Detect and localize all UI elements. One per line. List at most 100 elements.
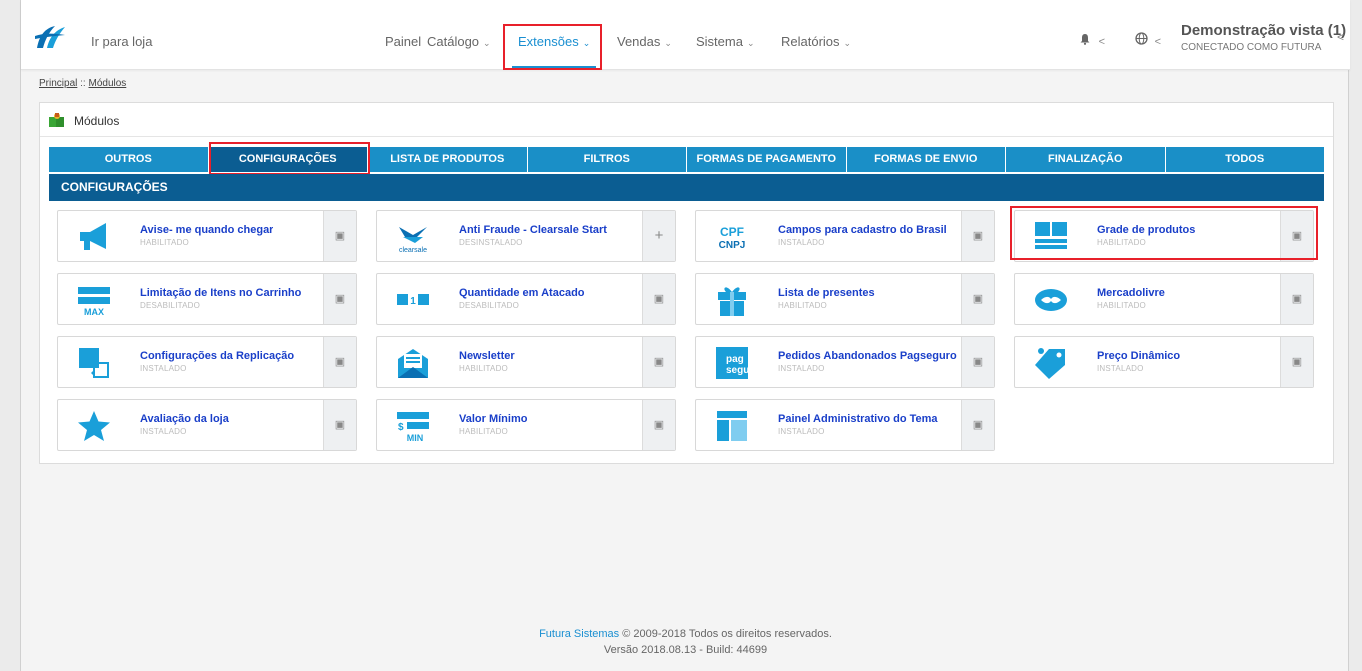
user-name[interactable]: Demonstração vista (1) <box>1181 22 1346 39</box>
tab-formas-de-envio[interactable]: FORMAS DE ENVIO <box>846 147 1005 172</box>
module-name[interactable]: Pedidos Abandonados Pagseguro <box>778 350 957 362</box>
trash-icon[interactable]: ▣ <box>961 211 994 261</box>
min-value-icon: $ MIN <box>397 412 429 443</box>
module-status: INSTALADO <box>1097 364 1144 373</box>
module-card[interactable]: Mercadolivre HABILITADO ▣ <box>1014 273 1314 325</box>
footer-version: Versão 2018.08.13 - Build: 44699 <box>603 644 768 656</box>
trash-icon[interactable]: ▣ <box>323 274 356 324</box>
tab-todos[interactable]: TODOS <box>1165 147 1324 172</box>
module-status: DESINSTALADO <box>459 238 523 247</box>
bell-icon <box>1080 34 1090 45</box>
trash-icon[interactable]: ▣ <box>1280 211 1313 261</box>
trash-icon[interactable]: ▣ <box>323 211 356 261</box>
module-name[interactable]: Avise- me quando chegar <box>140 224 273 236</box>
tab-finalizacao[interactable]: FINALIZAÇÃO <box>1006 147 1165 172</box>
modules-panel: Módulos OUTROS CONFIGURAÇÕES LISTA DE PR… <box>39 102 1334 464</box>
breadcrumb-home[interactable]: Principal <box>39 78 77 89</box>
svg-text:1: 1 <box>410 296 416 307</box>
module-name[interactable]: Grade de produtos <box>1097 224 1195 236</box>
module-name[interactable]: Mercadolivre <box>1097 287 1165 299</box>
tab-lista-de-produtos[interactable]: LISTA DE PRODUTOS <box>368 147 527 172</box>
trash-icon[interactable]: ▣ <box>642 337 675 387</box>
module-card[interactable]: Avaliação da loja INSTALADO ▣ <box>57 399 357 451</box>
module-card[interactable]: pag segu Pedidos Abandonados Pagseguro I… <box>695 336 995 388</box>
module-card[interactable]: $ MIN Valor Mínimo HABILITADO ▣ <box>376 399 676 451</box>
module-name[interactable]: Preço Dinâmico <box>1097 350 1180 362</box>
breadcrumb-current[interactable]: Módulos <box>88 78 126 89</box>
module-card[interactable]: Configurações da Replicação INSTALADO ▣ <box>57 336 357 388</box>
module-name[interactable]: Quantidade em Atacado <box>459 287 585 299</box>
module-card[interactable]: Painel Administrativo do Tema INSTALADO … <box>695 399 995 451</box>
module-card[interactable]: Lista de presentes HABILITADO ▣ <box>695 273 995 325</box>
nav-relatorios[interactable]: Relatórios ⌄ <box>781 34 851 49</box>
module-card[interactable]: Preço Dinâmico INSTALADO ▣ <box>1014 336 1314 388</box>
tab-configuracoes[interactable]: CONFIGURAÇÕES <box>208 147 367 172</box>
futura-logo-icon[interactable] <box>33 24 67 50</box>
module-name[interactable]: Valor Mínimo <box>459 413 527 425</box>
module-name[interactable]: Anti Fraude - Clearsale Start <box>459 224 607 236</box>
trash-icon[interactable]: ▣ <box>961 337 994 387</box>
module-status: INSTALADO <box>778 364 825 373</box>
module-status: INSTALADO <box>140 427 187 436</box>
cpf-cnpj-icon: CPF CNPJ <box>719 225 746 251</box>
language-button[interactable]: < <box>1135 32 1161 48</box>
trash-icon[interactable]: ▣ <box>1280 274 1313 324</box>
trash-icon[interactable]: ▣ <box>323 400 356 450</box>
module-card[interactable]: 1 Quantidade em Atacado DESABILITADO ▣ <box>376 273 676 325</box>
goto-store-link[interactable]: Ir para loja <box>91 34 152 49</box>
plus-icon[interactable]: + <box>642 211 675 261</box>
chevron-down-icon: ⌄ <box>843 38 852 48</box>
module-name[interactable]: Campos para cadastro do Brasil <box>778 224 947 236</box>
breadcrumb-separator: :: <box>80 78 86 89</box>
megaphone-icon <box>80 223 106 250</box>
nav-extensoes[interactable]: Extensões ⌄ <box>518 34 590 49</box>
clearsale-logo-icon: clearsale <box>399 227 427 254</box>
module-name[interactable]: Painel Administrativo do Tema <box>778 413 938 425</box>
section-title: CONFIGURAÇÕES <box>49 174 1324 201</box>
trash-icon[interactable]: ▣ <box>1280 337 1313 387</box>
nav-label: Vendas <box>617 34 661 49</box>
module-status: DESABILITADO <box>459 301 520 310</box>
tab-filtros[interactable]: FILTROS <box>527 147 686 172</box>
trash-icon[interactable]: ▣ <box>961 400 994 450</box>
nav-catalogo[interactable]: Catálogo ⌄ <box>427 34 491 49</box>
user-menu-chevron-icon[interactable]: < <box>1337 30 1344 44</box>
notifications-button[interactable]: < <box>1079 33 1105 48</box>
module-status: DESABILITADO <box>140 301 201 310</box>
nav-sistema[interactable]: Sistema ⌄ <box>696 34 755 49</box>
module-name[interactable]: Avaliação da loja <box>140 413 229 425</box>
trash-icon[interactable]: ▣ <box>961 274 994 324</box>
trash-icon[interactable]: ▣ <box>642 274 675 324</box>
module-name[interactable]: Configurações da Replicação <box>140 350 294 362</box>
svg-text:MIN: MIN <box>407 433 424 443</box>
module-name[interactable]: Newsletter <box>459 350 515 362</box>
nav-painel[interactable]: Painel <box>385 34 421 49</box>
module-card[interactable]: MAX Limitação de Itens no Carrinho DESAB… <box>57 273 357 325</box>
tab-formas-de-pagamento[interactable]: FORMAS DE PAGAMENTO <box>687 147 846 172</box>
svg-text:$: $ <box>398 422 404 433</box>
module-status: HABILITADO <box>1097 301 1146 310</box>
nav-vendas[interactable]: Vendas ⌄ <box>617 34 672 49</box>
module-name[interactable]: Lista de presentes <box>778 287 875 299</box>
price-tag-icon <box>1035 348 1065 379</box>
svg-text:clearsale: clearsale <box>399 247 427 254</box>
tab-outros[interactable]: OUTROS <box>49 147 208 172</box>
footer-brand-link[interactable]: Futura Sistemas <box>539 628 619 640</box>
module-card[interactable]: Newsletter HABILITADO ▣ <box>376 336 676 388</box>
module-name[interactable]: Limitação de Itens no Carrinho <box>140 287 301 299</box>
puzzle-icon <box>49 113 64 127</box>
trash-icon[interactable]: ▣ <box>323 337 356 387</box>
module-status: INSTALADO <box>778 238 825 247</box>
module-card[interactable]: Avise- me quando chegar HABILITADO ▣ <box>57 210 357 262</box>
module-card[interactable]: Grade de produtos HABILITADO ▣ <box>1014 210 1314 262</box>
app-frame: Ir para loja Painel Catálogo ⌄ Extensões ⌄… <box>20 0 1350 671</box>
module-card[interactable]: CPF CNPJ Campos para cadastro do Brasil … <box>695 210 995 262</box>
trash-icon[interactable]: ▣ <box>642 400 675 450</box>
chevron-left-icon: < <box>1154 36 1162 48</box>
module-category-tabs: OUTROS CONFIGURAÇÕES LISTA DE PRODUTOS F… <box>49 147 1324 172</box>
module-card[interactable]: clearsale Anti Fraude - Clearsale Start … <box>376 210 676 262</box>
footer-copyright-text: © 2009-2018 Todos os direitos reservados… <box>622 628 832 640</box>
module-status: HABILITADO <box>140 238 189 247</box>
module-status: HABILITADO <box>778 301 827 310</box>
top-navbar: Ir para loja Painel Catálogo ⌄ Extensões ⌄… <box>21 0 1350 70</box>
